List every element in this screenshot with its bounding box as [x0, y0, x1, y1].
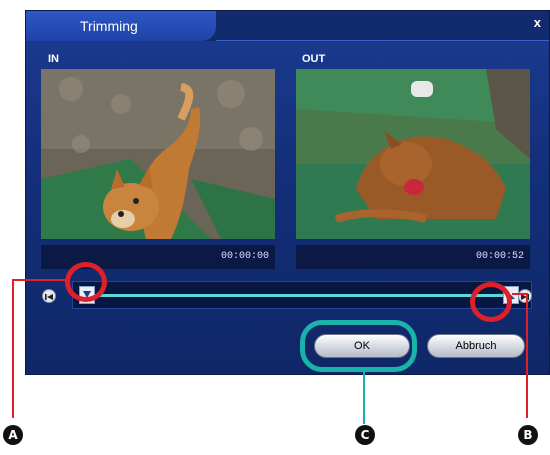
in-label: IN	[48, 53, 59, 65]
annotation-outline-c	[300, 320, 417, 372]
cancel-button[interactable]: Abbruch	[427, 334, 525, 358]
annotation-badge-a: A	[3, 425, 23, 445]
annotation-badge-c: C	[355, 425, 375, 445]
jump-to-end-button[interactable]	[518, 289, 532, 303]
annotation-line-b-vertical	[526, 293, 528, 418]
close-button[interactable]: x	[534, 15, 541, 30]
annotation-circle-b	[470, 282, 512, 322]
title-divider	[216, 40, 549, 41]
in-video-frame	[41, 69, 275, 239]
annotation-badge-b: B	[518, 425, 538, 445]
title-bar: Trimming x	[26, 11, 549, 41]
skip-back-icon	[45, 294, 53, 300]
out-label: OUT	[302, 53, 326, 65]
window-title: Trimming	[80, 18, 138, 34]
trim-range-line	[83, 294, 523, 297]
in-timecode: 00:00:00	[220, 251, 269, 262]
out-timecode-bar: 00:00:52	[296, 245, 530, 269]
annotation-line-a-horizontal	[12, 279, 66, 281]
jump-to-start-button[interactable]	[42, 289, 56, 303]
trimming-dialog: Trimming x IN 00:00:00 OUT 00:00:52 OK A…	[25, 10, 550, 375]
out-timecode: 00:00:52	[475, 251, 524, 262]
annotation-line-c	[363, 372, 365, 424]
out-video-frame	[296, 69, 530, 239]
stage: Trimming x IN 00:00:00 OUT 00:00:52 OK A…	[0, 0, 550, 455]
annotation-circle-a	[65, 262, 107, 302]
trim-slider[interactable]	[72, 281, 532, 309]
annotation-line-a-vertical	[12, 279, 14, 418]
title-tab: Trimming	[26, 11, 216, 41]
